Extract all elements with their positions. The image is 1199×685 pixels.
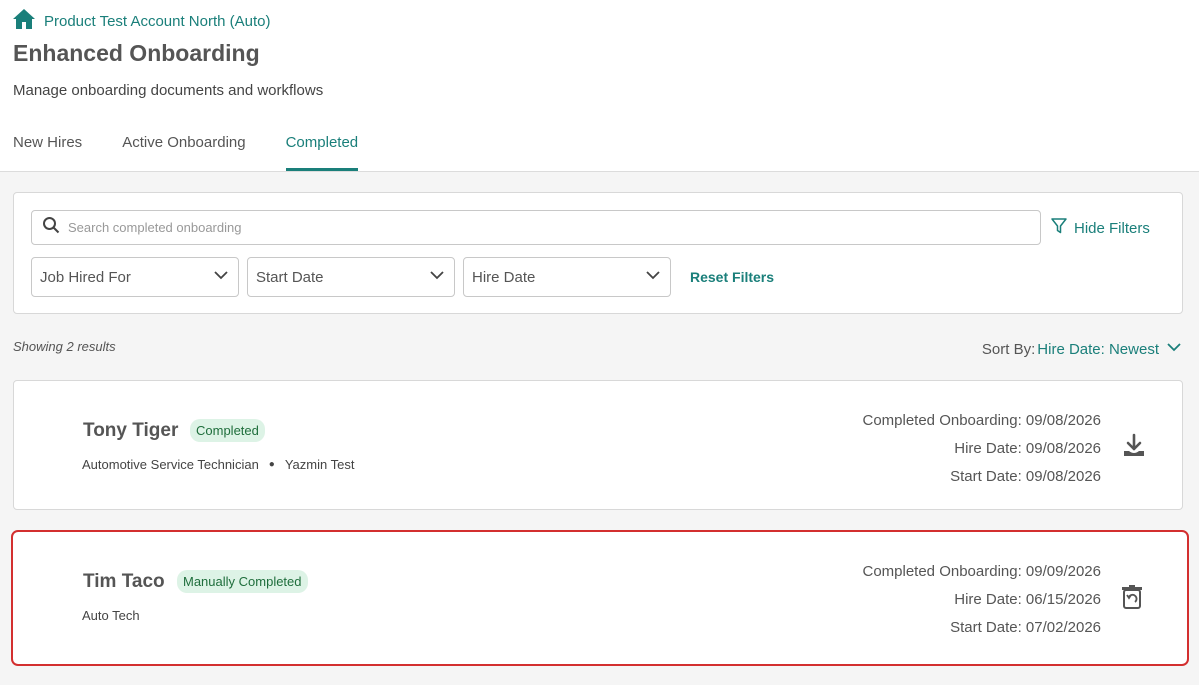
dropdown-label: Start Date: [256, 268, 324, 286]
location-name: Yazmin Test: [284, 457, 355, 472]
hide-filters-label: Hide Filters: [1074, 219, 1150, 237]
job-hired-for-dropdown[interactable]: Job Hired For: [31, 257, 239, 297]
tab-completed[interactable]: Completed: [285, 134, 359, 171]
sort-by-control[interactable]: Sort By: Hire Date: Newest: [982, 338, 1183, 360]
chevron-down-icon: [644, 266, 662, 288]
breadcrumb-account-link[interactable]: Product Test Account North (Auto): [44, 13, 271, 30]
status-badge: Completed: [190, 419, 265, 442]
chevron-down-icon: [212, 266, 230, 288]
search-icon: [42, 216, 60, 239]
dropdown-label: Hire Date: [472, 268, 536, 286]
results-count: Showing 2 results: [13, 339, 116, 354]
job-title: Auto Tech: [82, 608, 140, 623]
hide-filters-button[interactable]: Hide Filters: [1050, 217, 1150, 239]
start-date: Start Date: 09/08/2026: [950, 468, 1101, 485]
record-meta: Automotive Service Technician ● Yazmin T…: [82, 457, 354, 472]
completed-onboarding-date: Completed Onboarding: 09/09/2026: [862, 563, 1101, 580]
job-title: Automotive Service Technician: [82, 457, 259, 472]
tab-bar: New Hires Active Onboarding Completed: [13, 134, 359, 171]
page-title: Enhanced Onboarding: [13, 40, 260, 66]
search-input[interactable]: [68, 220, 1040, 235]
status-badge: Manually Completed: [177, 570, 308, 593]
home-icon[interactable]: [12, 8, 36, 34]
onboarding-record-card[interactable]: Tony Tiger Completed Automotive Service …: [13, 380, 1183, 510]
sort-by-value[interactable]: Hire Date: Newest: [1037, 341, 1159, 358]
hire-date: Hire Date: 09/08/2026: [954, 440, 1101, 457]
tab-active-onboarding[interactable]: Active Onboarding: [122, 134, 245, 171]
filter-icon: [1050, 217, 1068, 239]
start-date: Start Date: 07/02/2026: [950, 619, 1101, 636]
search-box[interactable]: [31, 210, 1041, 245]
employee-name[interactable]: Tony Tiger: [83, 420, 178, 442]
page-subtitle: Manage onboarding documents and workflow…: [13, 82, 324, 99]
start-date-dropdown[interactable]: Start Date: [247, 257, 455, 297]
record-dates: Completed Onboarding: 09/09/2026 Hire Da…: [862, 558, 1101, 642]
completed-onboarding-date: Completed Onboarding: 09/08/2026: [862, 412, 1101, 429]
breadcrumb[interactable]: Product Test Account North (Auto): [12, 8, 271, 34]
employee-name[interactable]: Tim Taco: [83, 571, 165, 593]
filters-panel: Hide Filters Job Hired For Start Date Hi…: [13, 192, 1183, 314]
tab-new-hires[interactable]: New Hires: [13, 134, 82, 171]
separator-dot: ●: [268, 459, 275, 470]
chevron-down-icon: [428, 266, 446, 288]
restore-trash-icon[interactable]: [1120, 584, 1144, 610]
dropdown-label: Job Hired For: [40, 268, 131, 286]
chevron-down-icon[interactable]: [1159, 338, 1183, 360]
record-dates: Completed Onboarding: 09/08/2026 Hire Da…: [862, 407, 1101, 491]
record-meta: Auto Tech: [82, 608, 140, 623]
download-icon[interactable]: [1122, 433, 1146, 459]
reset-filters-button[interactable]: Reset Filters: [690, 269, 774, 285]
hire-date: Hire Date: 06/15/2026: [954, 591, 1101, 608]
sort-by-label: Sort By:: [981, 340, 1036, 358]
hire-date-dropdown[interactable]: Hire Date: [463, 257, 671, 297]
page-header: Product Test Account North (Auto) Enhanc…: [0, 0, 1199, 172]
onboarding-record-card[interactable]: Tim Taco Manually Completed Auto Tech Co…: [11, 530, 1189, 666]
